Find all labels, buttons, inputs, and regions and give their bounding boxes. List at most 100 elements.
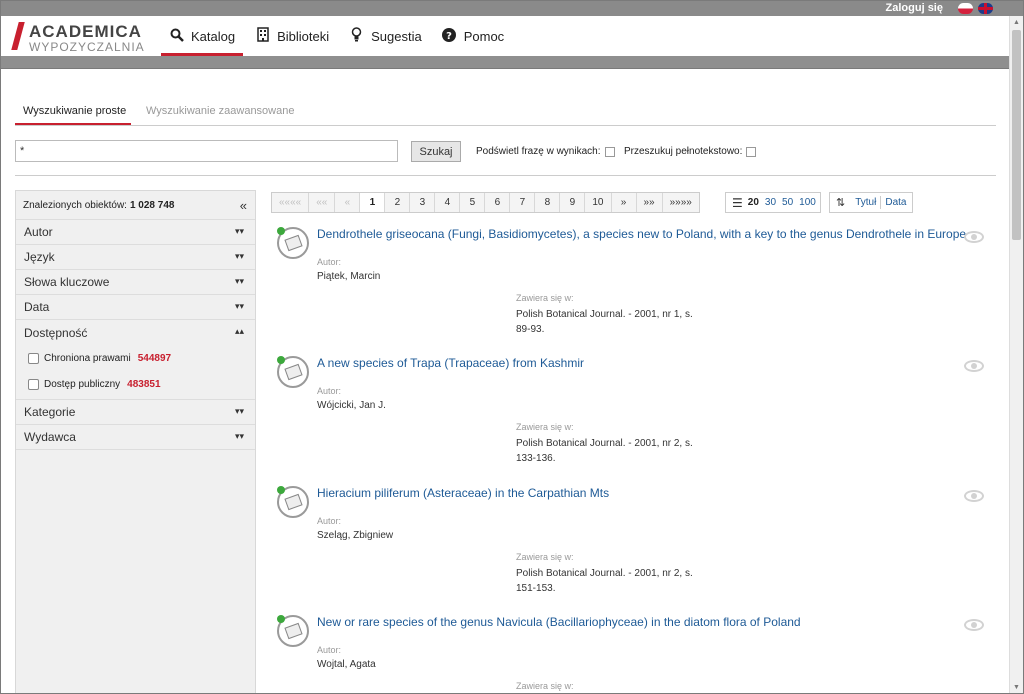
result-item: A new species of Trapa (Trapaceae) from … (277, 356, 997, 486)
per-page-option[interactable]: 20 (748, 197, 759, 208)
header-divider-bar (1, 56, 1009, 69)
facet-option-count: 544897 (137, 352, 172, 364)
book-icon (277, 356, 309, 388)
english-flag-icon[interactable] (978, 3, 993, 14)
nav-pomoc-label: Pomoc (463, 28, 505, 44)
scrollbar-thumb[interactable] (1012, 30, 1021, 240)
login-link[interactable]: Zaloguj się (886, 2, 943, 14)
list-icon: ☰ (732, 195, 743, 210)
result-title[interactable]: New or rare species of the genus Navicul… (317, 615, 801, 629)
logo-line1: ACADEMICA (29, 22, 142, 41)
nav-katalog[interactable]: Katalog (161, 16, 244, 56)
nav-biblioteki-label: Biblioteki (277, 28, 330, 44)
result-author: Wojtal, Agata (317, 659, 376, 670)
book-icon (277, 615, 309, 647)
highlight-checkbox[interactable] (604, 146, 615, 157)
facet-option-checkbox[interactable] (28, 378, 39, 390)
facet-kategorie[interactable]: Kategorie ▾▾ (16, 400, 255, 425)
available-dot-icon (277, 356, 285, 364)
lightbulb-icon (349, 27, 364, 45)
found-count-row: Znalezionych obiektów: 1 028 748 « (16, 191, 255, 220)
search-icon (169, 28, 184, 45)
per-page-option[interactable]: 30 (765, 197, 776, 208)
result-title[interactable]: Dendrothele griseocana (Fungi, Basidiomy… (317, 227, 966, 241)
result-author: Wójcicki, Jan J. (317, 400, 386, 411)
eye-icon[interactable] (964, 360, 984, 372)
page-prev-many[interactable]: «« (309, 193, 336, 212)
result-title[interactable]: Hieracium piliferum (Asteraceae) in the … (317, 486, 609, 500)
facets-sidebar: Znalezionych obiektów: 1 028 748 « Autor… (15, 190, 256, 693)
sort-title[interactable]: Tytuł (851, 197, 880, 208)
search-button[interactable]: Szukaj (411, 141, 461, 162)
per-page-selector: ☰ 20 30 50 100 (725, 192, 821, 213)
sort-date[interactable]: Data (881, 197, 910, 208)
author-label: Autor: (317, 257, 342, 267)
sort-selector: ⇅ Tytuł Data (829, 192, 913, 213)
result-item: New or rare species of the genus Navicul… (277, 615, 997, 693)
page-number[interactable]: 6 (485, 193, 511, 212)
facet-option-checkbox[interactable] (28, 352, 39, 364)
page-next-many[interactable]: »» (637, 193, 663, 212)
tab-simple-search[interactable]: Wyszukiwanie proste (15, 105, 131, 125)
page-number[interactable]: 5 (460, 193, 486, 212)
fulltext-checkbox[interactable] (746, 146, 757, 157)
page-number[interactable]: 4 (435, 193, 461, 212)
facet-option-publiczny[interactable]: Dostęp publiczny 483851 (16, 371, 255, 397)
result-item: Dendrothele griseocana (Fungi, Basidiomy… (277, 227, 997, 357)
author-label: Autor: (317, 516, 342, 526)
page-last[interactable]: »»»» (663, 193, 699, 212)
nav-pomoc[interactable]: ? Pomoc (434, 16, 512, 56)
eye-icon[interactable] (964, 490, 984, 502)
author-label: Autor: (317, 645, 342, 655)
page-number[interactable]: 9 (560, 193, 586, 212)
facet-option-count: 483851 (127, 378, 161, 390)
search-tabs: Wyszukiwanie proste Wyszukiwanie zaawans… (15, 99, 996, 126)
page-number[interactable]: 1 (360, 193, 386, 212)
vertical-scrollbar[interactable]: ▲ ▼ (1009, 16, 1023, 693)
facet-option-chroniona[interactable]: Chroniona prawami 544897 (16, 345, 255, 371)
page-number[interactable]: 7 (510, 193, 536, 212)
contains-label: Zawiera się w: (516, 293, 574, 303)
nav-sugestia-label: Sugestia (371, 28, 422, 44)
facet-jezyk[interactable]: Język ▾▾ (16, 245, 255, 270)
contains-label: Zawiera się w: (516, 552, 574, 562)
chevron-down-icon: ▾▾ (234, 301, 244, 311)
facet-dostepnosc-label: Dostępność (24, 325, 88, 340)
chevron-down-icon: ▾▾ (234, 226, 244, 236)
page-number[interactable]: 8 (535, 193, 561, 212)
collapse-sidebar-icon[interactable]: « (240, 198, 247, 213)
facet-autor[interactable]: Autor ▾▾ (16, 220, 255, 245)
per-page-option[interactable]: 50 (782, 197, 793, 208)
scroll-down-icon[interactable]: ▼ (1013, 684, 1020, 691)
highlight-label: Podświetl frazę w wynikach: (476, 146, 601, 157)
page-prev[interactable]: « (335, 193, 361, 212)
scroll-up-icon[interactable]: ▲ (1013, 19, 1020, 26)
facet-wydawca[interactable]: Wydawca ▾▾ (16, 425, 255, 450)
page-number[interactable]: 3 (410, 193, 436, 212)
page-next[interactable]: » (612, 193, 637, 212)
chevron-down-icon: ▾▾ (234, 251, 244, 261)
page-first[interactable]: «««« (272, 193, 310, 212)
per-page-option[interactable]: 100 (799, 197, 816, 208)
page-number[interactable]: 10 (585, 193, 612, 212)
search-input[interactable] (15, 140, 398, 162)
facet-slowa-label: Słowa kluczowe (24, 275, 110, 289)
nav-biblioteki[interactable]: Biblioteki (247, 16, 337, 56)
nav-sugestia[interactable]: Sugestia (341, 16, 430, 56)
facet-slowa-kluczowe[interactable]: Słowa kluczowe ▾▾ (16, 270, 255, 295)
facet-option-label: Dostęp publiczny (44, 378, 121, 390)
result-source: Polish Botanical Journal. - 2001, nr 2, … (516, 568, 693, 594)
eye-icon[interactable] (964, 619, 984, 631)
svg-text:?: ? (446, 31, 452, 42)
result-author: Szeląg, Zbigniew (317, 530, 394, 541)
facet-data[interactable]: Data ▾▾ (16, 295, 255, 320)
eye-icon[interactable] (964, 231, 984, 243)
result-title[interactable]: A new species of Trapa (Trapaceae) from … (317, 356, 584, 370)
tab-advanced-search[interactable]: Wyszukiwanie zaawansowane (146, 105, 294, 117)
polish-flag-icon[interactable] (958, 3, 973, 14)
fulltext-option: Przeszukuj pełnotekstowo: (624, 146, 757, 157)
page-number[interactable]: 2 (385, 193, 411, 212)
available-dot-icon (277, 227, 285, 235)
contains-label: Zawiera się w: (516, 422, 574, 432)
facet-dostepnosc[interactable]: Dostępność ▴▴ (16, 320, 255, 345)
